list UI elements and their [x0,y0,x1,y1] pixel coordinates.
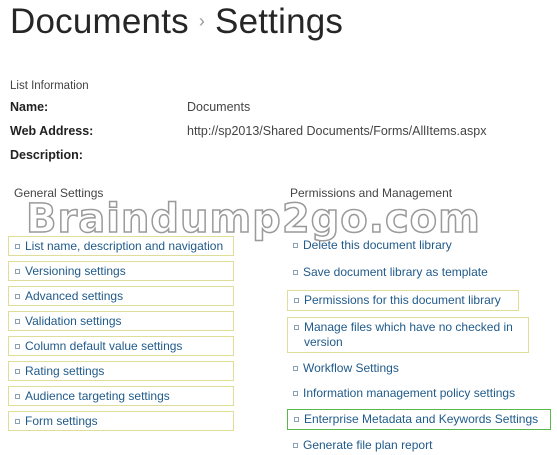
library-permissions-link[interactable]: Permissions for this document library [287,290,519,311]
generate-file-plan-report-link[interactable]: Generate file plan report [287,436,547,455]
web-address-value: http://sp2013/Shared Documents/Forms/All… [187,124,487,138]
bullet-icon [15,319,20,324]
versioning-settings-link[interactable]: Versioning settings [8,261,234,281]
bullet-icon [293,243,298,248]
bullet-icon [15,269,20,274]
general-settings-heading: General Settings [14,186,104,200]
bullet-icon [293,391,298,396]
bullet-icon [15,419,20,424]
bullet-icon [15,244,20,249]
form-settings-link[interactable]: Form settings [8,411,234,431]
permissions-management-heading: Permissions and Management [290,186,453,200]
validation-settings-link[interactable]: Validation settings [8,311,234,331]
general-settings-list: List name, description and navigation Ve… [8,236,234,436]
list-information-heading: List Information [10,80,89,92]
bullet-icon [294,298,299,303]
manage-unchecked-files-link[interactable]: Manage files which have no checked in ve… [287,317,529,353]
audience-targeting-settings-link[interactable]: Audience targeting settings [8,386,234,406]
rating-settings-link[interactable]: Rating settings [8,361,234,381]
advanced-settings-link[interactable]: Advanced settings [8,286,234,306]
bullet-icon [15,394,20,399]
description-label: Description: [10,148,83,162]
breadcrumb-separator-icon: › [198,11,206,31]
workflow-settings-link[interactable]: Workflow Settings [287,359,547,378]
bullet-icon [15,369,20,374]
save-library-as-template-link[interactable]: Save document library as template [287,263,547,282]
breadcrumb-current: Settings [215,2,344,41]
name-label: Name: [10,100,49,114]
enterprise-metadata-keywords-link[interactable]: Enterprise Metadata and Keywords Setting… [287,409,551,430]
list-name-description-navigation-link[interactable]: List name, description and navigation [8,236,234,256]
information-management-policy-link[interactable]: Information management policy settings [287,384,547,403]
permissions-management-list: Delete this document library Save docume… [287,236,551,455]
web-address-label: Web Address: [10,124,94,138]
bullet-icon [15,294,20,299]
column-default-value-settings-link[interactable]: Column default value settings [8,336,234,356]
bullet-icon [293,366,298,371]
bullet-icon [15,344,20,349]
page-title: Documents › Settings [10,2,343,42]
bullet-icon [293,443,298,448]
bullet-icon [294,417,299,422]
bullet-icon [293,270,298,275]
breadcrumb-parent-link[interactable]: Documents [10,2,189,41]
delete-document-library-link[interactable]: Delete this document library [287,236,547,255]
name-value: Documents [187,100,251,114]
bullet-icon [294,325,299,330]
